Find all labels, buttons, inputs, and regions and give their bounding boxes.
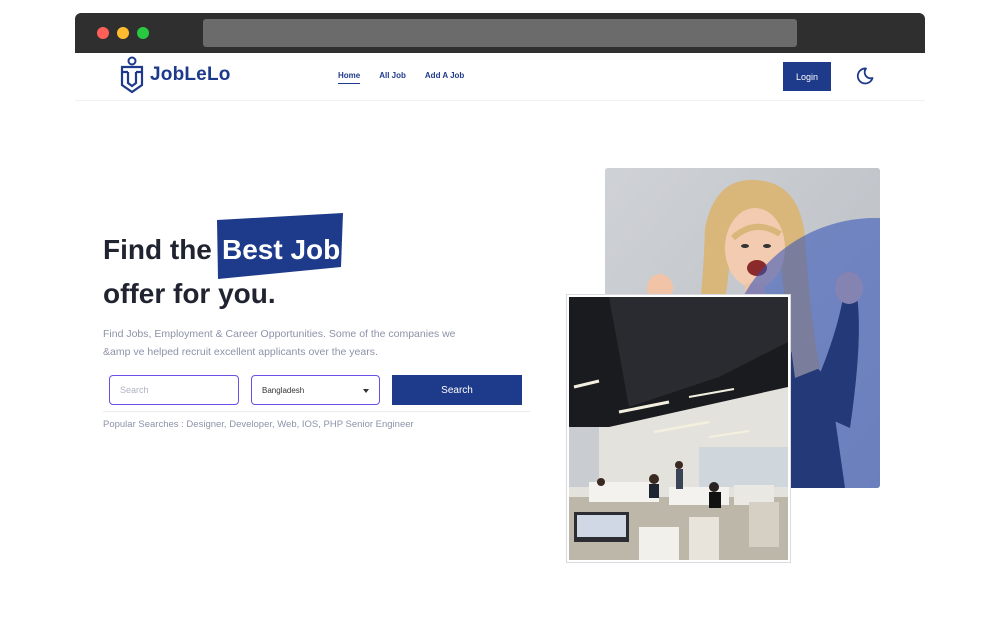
- search-form: Bangladesh Search: [103, 374, 530, 412]
- navbar: JobLeLo Home All Job Add A Job Login: [75, 53, 925, 101]
- logo[interactable]: JobLeLo: [119, 55, 231, 95]
- hero-title-part1: Find the: [103, 234, 212, 265]
- moon-icon[interactable]: [855, 66, 875, 86]
- login-button[interactable]: Login: [783, 62, 831, 91]
- nav-links: Home All Job Add A Job: [338, 71, 483, 84]
- address-bar[interactable]: [203, 19, 797, 47]
- country-select[interactable]: Bangladesh: [251, 375, 380, 405]
- nav-link-home[interactable]: Home: [338, 71, 361, 84]
- search-input[interactable]: [109, 375, 239, 405]
- close-window-button[interactable]: [97, 27, 109, 39]
- hero-title-line2: offer for you.: [103, 278, 276, 309]
- maximize-window-button[interactable]: [137, 27, 149, 39]
- brand-name: JobLeLo: [150, 64, 231, 85]
- browser-title-bar: [75, 13, 925, 53]
- hero-description: Find Jobs, Employment & Career Opportuni…: [103, 328, 456, 358]
- office-interior-photo: [566, 294, 791, 563]
- caret-down-icon: [363, 389, 369, 393]
- hero-title-highlight: Best Job: [222, 234, 341, 265]
- search-button[interactable]: Search: [392, 375, 522, 405]
- popular-searches: Popular Searches : Designer, Developer, …: [103, 419, 414, 430]
- minimize-window-button[interactable]: [117, 27, 129, 39]
- country-select-value: Bangladesh: [262, 385, 305, 395]
- nav-link-all-job[interactable]: All Job: [379, 71, 406, 84]
- nav-link-add-job[interactable]: Add A Job: [425, 71, 464, 84]
- logo-icon: [120, 56, 144, 94]
